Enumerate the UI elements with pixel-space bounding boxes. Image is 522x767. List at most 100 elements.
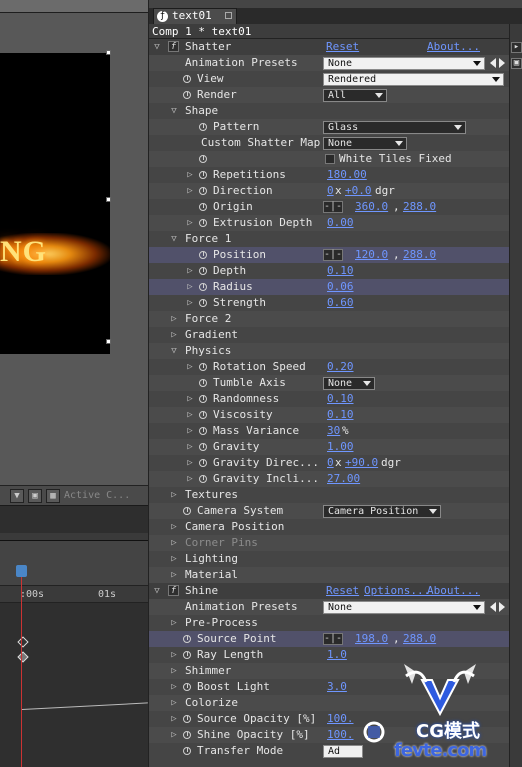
rotation-speed-value[interactable]: 0.20 bbox=[327, 359, 354, 375]
playhead-handle[interactable] bbox=[16, 565, 27, 577]
transparency-grid-icon[interactable]: ▦ bbox=[46, 488, 60, 503]
crosshair-icon[interactable]: -|- bbox=[323, 633, 343, 645]
extrusion-value[interactable]: 0.00 bbox=[327, 215, 354, 231]
stopwatch-icon[interactable] bbox=[199, 123, 207, 131]
stopwatch-icon[interactable] bbox=[199, 187, 207, 195]
stopwatch-icon[interactable] bbox=[199, 475, 207, 483]
white-tiles-checkbox[interactable] bbox=[325, 154, 335, 164]
dropdown-arrow-icon[interactable]: ▼ bbox=[10, 488, 24, 503]
source-point-x[interactable]: 198.0 bbox=[355, 631, 388, 647]
twirl-open-icon[interactable]: ▽ bbox=[152, 583, 162, 599]
viscosity-value[interactable]: 0.10 bbox=[327, 407, 354, 423]
twirl-closed-icon[interactable]: ▷ bbox=[185, 263, 195, 279]
origin-x[interactable]: 360.0 bbox=[355, 199, 388, 215]
next-preset-icon[interactable] bbox=[499, 602, 505, 612]
ray-length-value[interactable]: 1.0 bbox=[327, 647, 347, 663]
stopwatch-icon[interactable] bbox=[183, 683, 191, 691]
repetitions-value[interactable]: 180.00 bbox=[327, 167, 367, 183]
twirl-closed-icon[interactable]: ▷ bbox=[169, 567, 179, 583]
active-camera-menu[interactable]: Active C... bbox=[64, 490, 130, 501]
stopwatch-icon[interactable] bbox=[199, 155, 207, 163]
radius-value[interactable]: 0.06 bbox=[327, 279, 354, 295]
twirl-closed-icon[interactable]: ▷ bbox=[185, 295, 195, 311]
pattern-dropdown[interactable]: Glass bbox=[323, 121, 466, 134]
tumble-axis-dropdown[interactable]: None bbox=[323, 377, 375, 390]
twirl-closed-icon[interactable]: ▷ bbox=[169, 615, 179, 631]
render-dropdown[interactable]: All bbox=[323, 89, 387, 102]
layer-handle-middle[interactable] bbox=[106, 197, 111, 202]
stopwatch-icon[interactable] bbox=[199, 283, 207, 291]
twirl-closed-icon[interactable]: ▷ bbox=[185, 359, 195, 375]
stopwatch-icon[interactable] bbox=[183, 635, 191, 643]
stopwatch-icon[interactable] bbox=[199, 363, 207, 371]
twirl-closed-icon[interactable]: ▷ bbox=[169, 487, 179, 503]
gravity-direction-degrees[interactable]: +90.0 bbox=[345, 455, 378, 471]
twirl-closed-icon[interactable]: ▷ bbox=[169, 551, 179, 567]
boost-light-value[interactable]: 3.0 bbox=[327, 679, 347, 695]
strength-value[interactable]: 0.60 bbox=[327, 295, 354, 311]
about-link[interactable]: About... bbox=[427, 39, 480, 55]
stopwatch-icon[interactable] bbox=[199, 427, 207, 435]
fx-switch-icon[interactable]: f bbox=[168, 41, 179, 52]
twirl-closed-icon[interactable]: ▷ bbox=[169, 519, 179, 535]
stopwatch-icon[interactable] bbox=[199, 219, 207, 227]
layer-handle-bottom[interactable] bbox=[106, 339, 111, 344]
stopwatch-icon[interactable] bbox=[199, 251, 207, 259]
source-point-y[interactable]: 288.0 bbox=[403, 631, 436, 647]
stopwatch-icon[interactable] bbox=[183, 507, 191, 515]
next-preset-icon[interactable] bbox=[499, 58, 505, 68]
reset-link[interactable]: Reset bbox=[326, 39, 359, 55]
time-ruler[interactable]: :00s 01s bbox=[0, 585, 148, 603]
camera-system-dropdown[interactable]: Camera Position bbox=[323, 505, 441, 518]
twirl-closed-icon[interactable]: ▷ bbox=[169, 535, 179, 551]
twirl-closed-icon[interactable]: ▷ bbox=[185, 471, 195, 487]
layer-handle-top[interactable] bbox=[106, 50, 111, 55]
twirl-closed-icon[interactable]: ▷ bbox=[169, 311, 179, 327]
randomness-value[interactable]: 0.10 bbox=[327, 391, 354, 407]
prev-preset-icon[interactable] bbox=[490, 58, 496, 68]
stopwatch-icon[interactable] bbox=[183, 715, 191, 723]
stopwatch-icon[interactable] bbox=[183, 75, 191, 83]
twirl-closed-icon[interactable]: ▷ bbox=[169, 711, 179, 727]
twirl-closed-icon[interactable]: ▷ bbox=[169, 679, 179, 695]
crosshair-icon[interactable]: -|- bbox=[323, 249, 343, 261]
stopwatch-icon[interactable] bbox=[199, 299, 207, 307]
twirl-closed-icon[interactable]: ▷ bbox=[169, 727, 179, 743]
stopwatch-icon[interactable] bbox=[183, 731, 191, 739]
twirl-open-icon[interactable]: ▽ bbox=[169, 103, 179, 119]
custom-shatter-map-dropdown[interactable]: None bbox=[323, 137, 407, 150]
transfer-mode-dropdown[interactable]: Ad bbox=[323, 745, 363, 758]
direction-degrees[interactable]: +0.0 bbox=[345, 183, 372, 199]
stopwatch-icon[interactable] bbox=[199, 267, 207, 275]
stopwatch-icon[interactable] bbox=[199, 443, 207, 451]
prev-preset-icon[interactable] bbox=[490, 602, 496, 612]
close-icon[interactable] bbox=[225, 12, 232, 19]
gravity-value[interactable]: 1.00 bbox=[327, 439, 354, 455]
fx-switch-icon[interactable]: f bbox=[168, 585, 179, 596]
twirl-closed-icon[interactable]: ▷ bbox=[169, 663, 179, 679]
twirl-closed-icon[interactable]: ▷ bbox=[185, 423, 195, 439]
twirl-closed-icon[interactable]: ▷ bbox=[169, 327, 179, 343]
tab-effect-controls[interactable]: ƒ text01 bbox=[153, 8, 237, 24]
reset-link[interactable]: Reset bbox=[326, 583, 359, 599]
panel-options-icon[interactable]: ▣ bbox=[511, 58, 522, 69]
stopwatch-icon[interactable] bbox=[183, 651, 191, 659]
shine-animation-presets-dropdown[interactable]: None bbox=[323, 601, 485, 614]
twirl-closed-icon[interactable]: ▷ bbox=[185, 455, 195, 471]
gravity-inclination-value[interactable]: 27.00 bbox=[327, 471, 360, 487]
twirl-open-icon[interactable]: ▽ bbox=[169, 343, 179, 359]
twirl-closed-icon[interactable]: ▷ bbox=[185, 279, 195, 295]
twirl-closed-icon[interactable]: ▷ bbox=[185, 215, 195, 231]
twirl-closed-icon[interactable]: ▷ bbox=[185, 391, 195, 407]
stopwatch-icon[interactable] bbox=[199, 459, 207, 467]
twirl-closed-icon[interactable]: ▷ bbox=[185, 407, 195, 423]
keyframe-diamond[interactable] bbox=[17, 636, 29, 648]
stopwatch-icon[interactable] bbox=[199, 379, 207, 387]
animation-presets-dropdown[interactable]: None bbox=[323, 57, 485, 70]
source-opacity-value[interactable]: 100. bbox=[327, 711, 354, 727]
options-link[interactable]: Options... bbox=[364, 583, 430, 599]
depth-value[interactable]: 0.10 bbox=[327, 263, 354, 279]
stopwatch-icon[interactable] bbox=[183, 747, 191, 755]
direction-turns[interactable]: 0 bbox=[327, 183, 334, 199]
current-time-indicator[interactable] bbox=[21, 571, 22, 767]
